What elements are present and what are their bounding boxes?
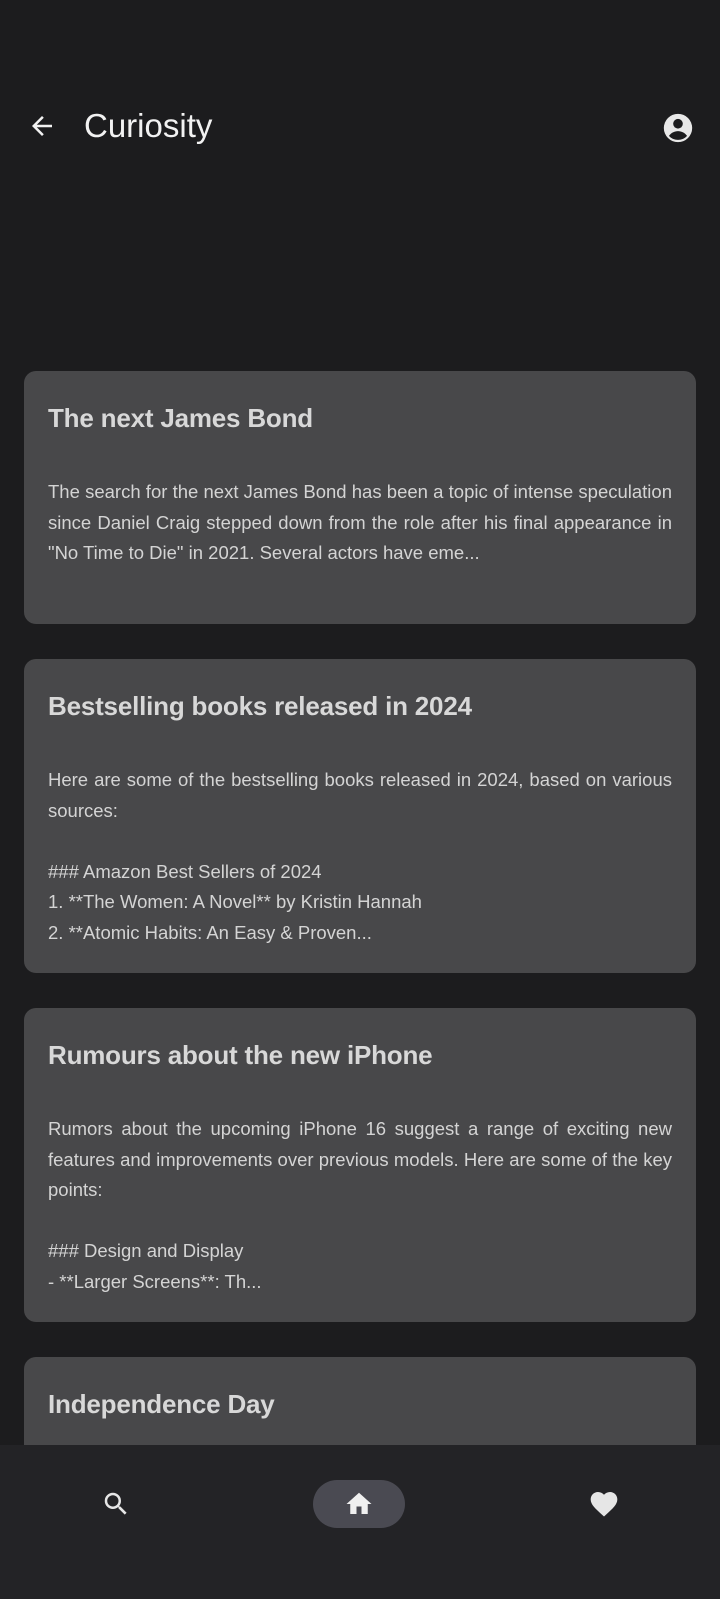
card-title: Bestselling books released in 2024 — [48, 691, 472, 721]
home-icon — [346, 1492, 372, 1514]
back-button[interactable] — [22, 106, 62, 146]
card-preview: Here are some of the bestselling books r… — [48, 769, 672, 943]
nav-favorites[interactable] — [558, 1480, 650, 1528]
arrow-back-icon — [32, 116, 52, 136]
nav-search[interactable] — [70, 1480, 162, 1528]
heart-icon — [590, 1492, 618, 1517]
card-title: Independence Day — [48, 1389, 275, 1419]
page-title: Curiosity — [84, 107, 213, 144]
topic-card-iphone-rumours[interactable]: Rumours about the new iPhone Rumors abou… — [24, 1008, 696, 1322]
search-icon — [104, 1492, 127, 1515]
topic-card-bestselling-books[interactable]: Bestselling books released in 2024 Here … — [24, 659, 696, 973]
card-title: Rumours about the new iPhone — [48, 1040, 433, 1070]
account-button[interactable] — [656, 106, 700, 150]
card-preview: The search for the next James Bond has b… — [48, 481, 678, 563]
card-preview: Rumors about the upcoming iPhone 16 sugg… — [48, 1118, 672, 1292]
nav-home[interactable] — [313, 1480, 405, 1528]
account-circle-icon — [663, 113, 693, 143]
top-app-bar: Curiosity — [0, 0, 720, 190]
bottom-navigation — [0, 1445, 720, 1599]
topic-card-james-bond[interactable]: The next James Bond The search for the n… — [24, 371, 696, 624]
card-title: The next James Bond — [48, 403, 313, 433]
